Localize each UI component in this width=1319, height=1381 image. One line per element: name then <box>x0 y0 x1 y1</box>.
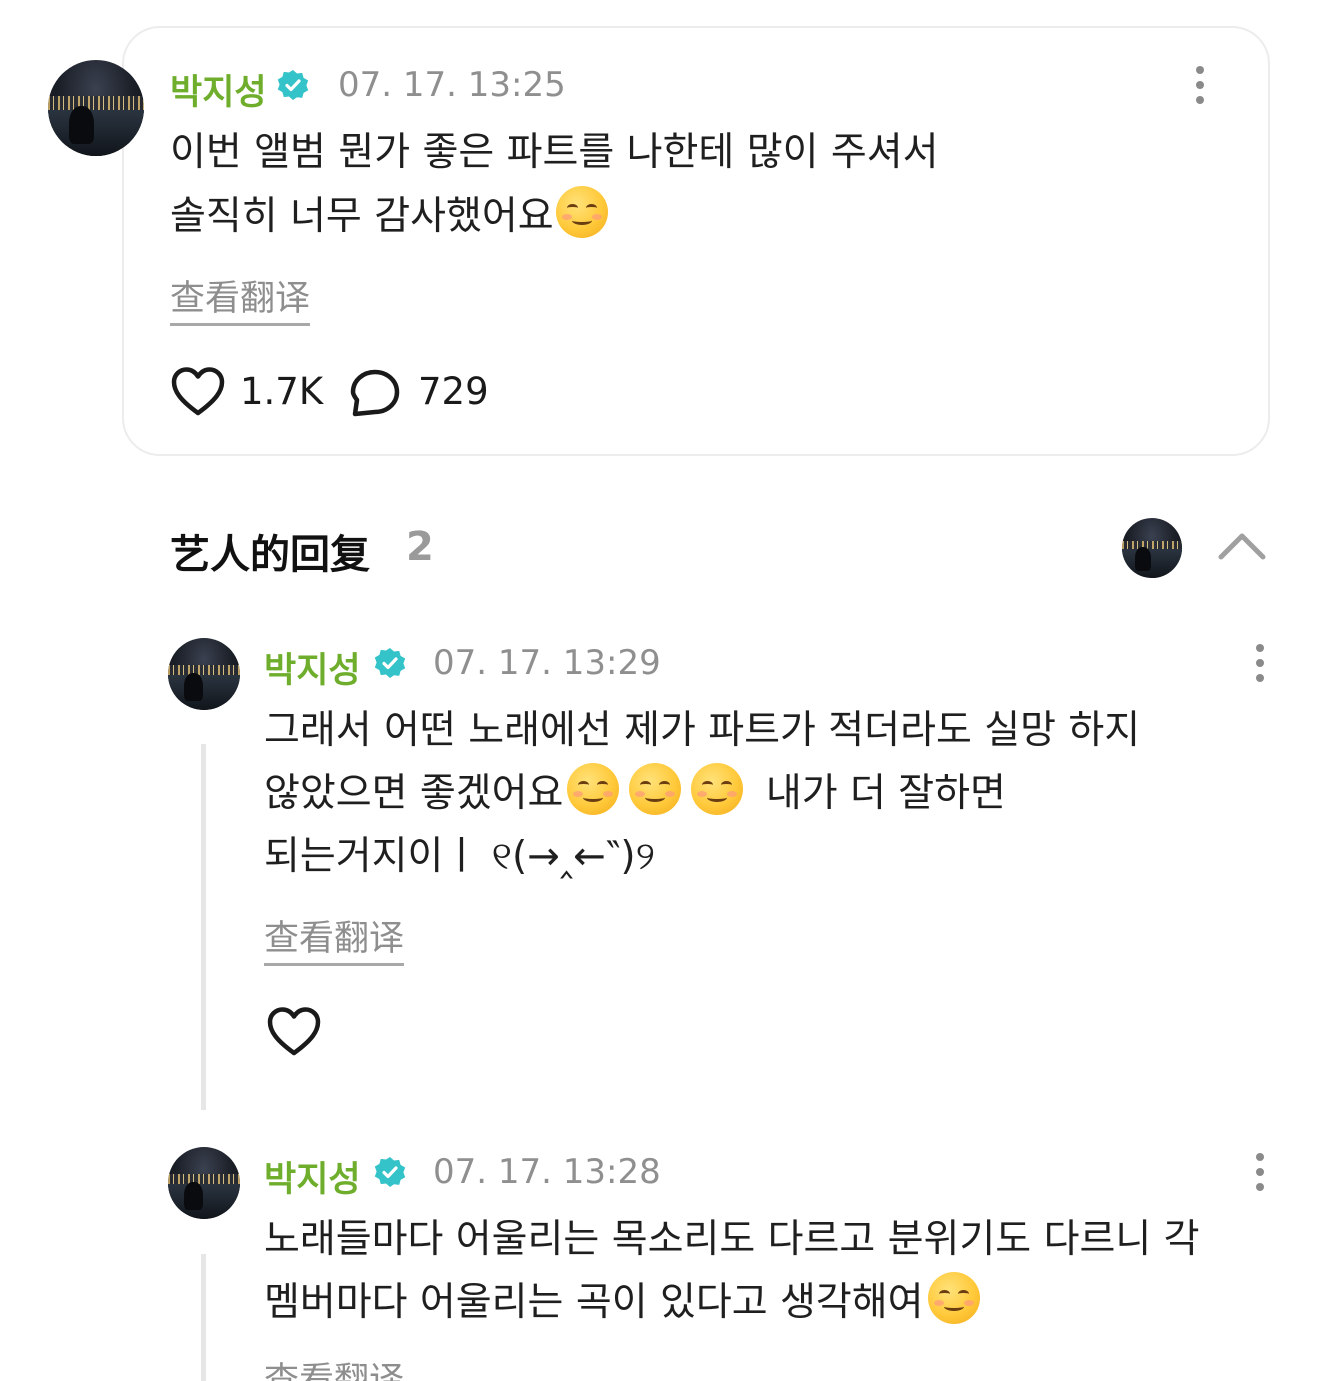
post-like-count: 1.7K <box>240 370 324 413</box>
reply-1-author-avatar[interactable] <box>168 638 240 710</box>
reply-1-text-line-1: 그래서 어떤 노래에선 제가 파트가 적더라도 실망 하지 <box>264 708 1141 753</box>
heart-icon[interactable] <box>266 1006 322 1058</box>
post-timestamp: 07. 17. 13:25 <box>338 65 566 105</box>
reply-1-translate-link[interactable]: 查看翻译 <box>264 910 405 966</box>
post-text-line-2: 솔직히 너무 감사했어요 <box>170 186 618 248</box>
reply-2-author-name[interactable]: 박지성 <box>264 1151 361 1202</box>
smiling-face-emoji <box>927 1272 980 1324</box>
reply-2-more-button[interactable] <box>1254 1153 1266 1193</box>
reply-2-author-avatar[interactable] <box>168 1147 240 1219</box>
chevron-up-icon[interactable] <box>1216 530 1268 562</box>
reply-1-thread-line <box>201 744 206 1110</box>
post-translate-link[interactable]: 查看翻译 <box>170 270 311 326</box>
reply-2-thread-line <box>201 1254 206 1381</box>
comment-bubble-icon[interactable] <box>349 368 401 418</box>
smiling-face-emoji <box>691 763 744 815</box>
reply-1-timestamp: 07. 17. 13:29 <box>433 643 661 683</box>
verified-badge-icon <box>374 648 406 678</box>
smiling-face-emoji <box>555 186 608 238</box>
artist-replies-count: 2 <box>406 524 434 570</box>
reply-2-translate-link[interactable]: 查看翻译 <box>264 1352 404 1381</box>
artist-replies-avatar[interactable] <box>1122 518 1182 578</box>
reply-1-text-line-2b: 내가 더 잘하면 <box>765 771 1006 816</box>
heart-icon[interactable] <box>170 366 226 418</box>
post-author-avatar[interactable] <box>48 60 144 156</box>
reply-1-more-button[interactable] <box>1254 644 1266 684</box>
reply-1-text-line-2a: 않았으면 좋겠어요 <box>264 771 564 816</box>
reply-2-text-line-2: 멤버마다 어울리는 곡이 있다고 생각해여 <box>264 1272 990 1334</box>
post-comment-count: 729 <box>418 370 489 413</box>
post-text-line-1: 이번 앨범 뭔가 좋은 파트를 나한테 많이 주셔서 <box>170 130 939 175</box>
artist-replies-title: 艺人的回复 <box>170 532 370 578</box>
reply-2-timestamp: 07. 17. 13:28 <box>433 1152 661 1192</box>
post-more-button[interactable] <box>1194 66 1206 106</box>
verified-badge-icon <box>374 1157 406 1187</box>
reply-1-text-line-2: 않았으면 좋겠어요 내가 더 잘하면 <box>264 763 1006 825</box>
smiling-face-emoji <box>629 763 682 815</box>
verified-badge-icon <box>277 70 309 100</box>
reply-2-text-line-2-content: 멤버마다 어울리는 곡이 있다고 생각해여 <box>264 1280 924 1325</box>
reply-1-text-line-3: 되는거지이ㅣ ୧(→‸←‶)୨ <box>264 834 655 879</box>
reply-2-text-line-1: 노래들마다 어울리는 목소리도 다르고 분위기도 다르니 각 <box>264 1217 1200 1262</box>
smiling-face-emoji <box>567 763 620 815</box>
post-text-line-2-content: 솔직히 너무 감사했어요 <box>170 194 554 239</box>
reply-1-author-name[interactable]: 박지성 <box>264 642 361 693</box>
post-author-name[interactable]: 박지성 <box>170 64 267 115</box>
